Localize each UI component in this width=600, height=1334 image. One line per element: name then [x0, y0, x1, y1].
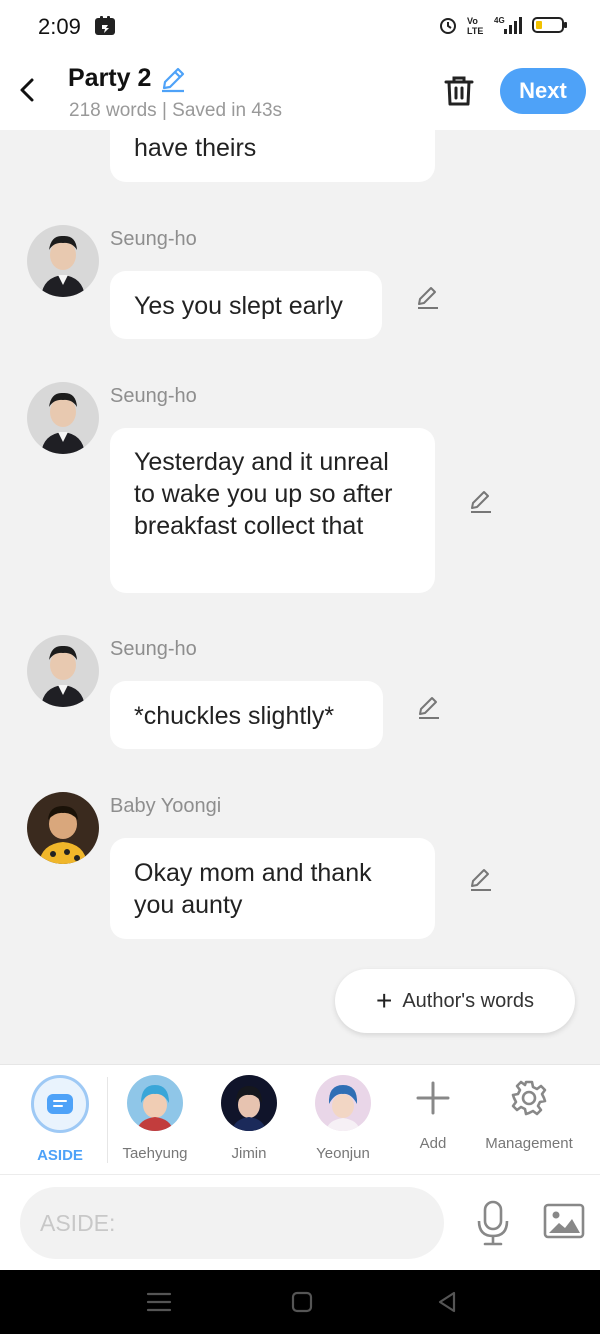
menu-icon[interactable] [144, 1288, 174, 1316]
plus-icon: + [375, 985, 393, 1016]
seung-ho-avatar[interactable] [27, 635, 99, 707]
jimin-avatar [221, 1075, 277, 1131]
speaker-name: Seung-ho [110, 228, 197, 250]
volte-icon: VoLTE [467, 16, 483, 36]
character-yeonjun[interactable]: Yeonjun [298, 1075, 388, 1162]
character-taehyung[interactable]: Taehyung [110, 1075, 200, 1162]
message-bubble[interactable]: *chuckles slightly* [110, 681, 383, 749]
author-words-button[interactable]: + Author's words [335, 969, 575, 1033]
management-button[interactable]: Management [484, 1075, 574, 1152]
message-text: *chuckles slightly* [134, 702, 335, 730]
speaker-name: Seung-ho [110, 638, 197, 660]
message-bubble[interactable]: Okay mom and thank you aunty [110, 838, 435, 939]
back-triangle-icon[interactable] [432, 1288, 462, 1316]
yeonjun-avatar [315, 1075, 371, 1131]
trash-icon[interactable] [440, 72, 478, 110]
message-bubble[interactable]: have theirs [110, 130, 435, 182]
edit-message-icon[interactable] [468, 488, 494, 514]
character-label: Taehyung [122, 1145, 188, 1162]
author-words-label: Author's words [402, 989, 534, 1012]
svg-text:Vo: Vo [467, 16, 478, 26]
baby-yoongi-avatar[interactable] [27, 792, 99, 864]
system-nav-bar [0, 1270, 600, 1334]
svg-text:4G: 4G [494, 16, 505, 25]
character-bar: ASIDE Taehyung Jimin Yeonjun Add Managem… [0, 1064, 600, 1174]
status-bar: 2:09 Vo LTE 4G [0, 0, 600, 52]
input-bar [0, 1174, 600, 1270]
gear-icon [511, 1080, 547, 1116]
message-text: Yesterday and it unreal to wake you up s… [134, 448, 393, 540]
character-jimin[interactable]: Jimin [204, 1075, 294, 1162]
message-text: Yes you slept early [134, 292, 343, 320]
character-label: Jimin [231, 1145, 267, 1162]
character-aside[interactable]: ASIDE [15, 1075, 105, 1164]
status-icons: Vo LTE 4G [438, 14, 568, 36]
title-row: Party 2 [68, 64, 187, 93]
home-icon[interactable] [287, 1288, 317, 1316]
svg-text:LTE: LTE [467, 26, 483, 36]
next-button[interactable]: Next [500, 68, 586, 114]
status-time: 2:09 [38, 14, 81, 39]
edit-message-icon[interactable] [415, 284, 441, 310]
signal-4g-icon: 4G [494, 16, 522, 34]
character-label: Management [485, 1135, 573, 1152]
message-input[interactable] [20, 1187, 444, 1259]
edit-title-icon[interactable] [159, 65, 187, 93]
microphone-icon[interactable] [474, 1199, 512, 1247]
edit-message-icon[interactable] [416, 694, 442, 720]
editor-header: Party 2 218 words | Saved in 43s Next [0, 52, 600, 130]
character-label: Yeonjun [316, 1145, 370, 1162]
back-arrow-icon[interactable] [14, 72, 44, 108]
chat-area[interactable]: have theirs Seung-ho Yes you slept early… [0, 130, 600, 1064]
app-notification-icon [95, 16, 115, 35]
image-icon[interactable] [543, 1203, 585, 1239]
speaker-name: Seung-ho [110, 385, 197, 407]
word-count-status: 218 words | Saved in 43s [69, 100, 283, 121]
battery-icon [532, 17, 567, 33]
message-bubble[interactable]: Yes you slept early [110, 271, 382, 339]
speaker-name: Baby Yoongi [110, 795, 222, 817]
plus-icon [416, 1081, 450, 1115]
message-bubble[interactable]: Yesterday and it unreal to wake you up s… [110, 428, 435, 593]
taehyung-avatar [127, 1075, 183, 1131]
message-text: Okay mom and thank you aunty [134, 859, 372, 919]
aside-icon [31, 1075, 89, 1133]
story-title[interactable]: Party 2 [68, 64, 151, 93]
divider [107, 1077, 108, 1163]
character-label: Add [419, 1135, 447, 1152]
message-text: have theirs [134, 134, 257, 162]
add-character-button[interactable]: Add [388, 1075, 478, 1152]
character-label: ASIDE [37, 1147, 83, 1164]
edit-message-icon[interactable] [468, 866, 494, 892]
seung-ho-avatar[interactable] [27, 382, 99, 454]
alarm-icon [440, 18, 456, 34]
seung-ho-avatar[interactable] [27, 225, 99, 297]
